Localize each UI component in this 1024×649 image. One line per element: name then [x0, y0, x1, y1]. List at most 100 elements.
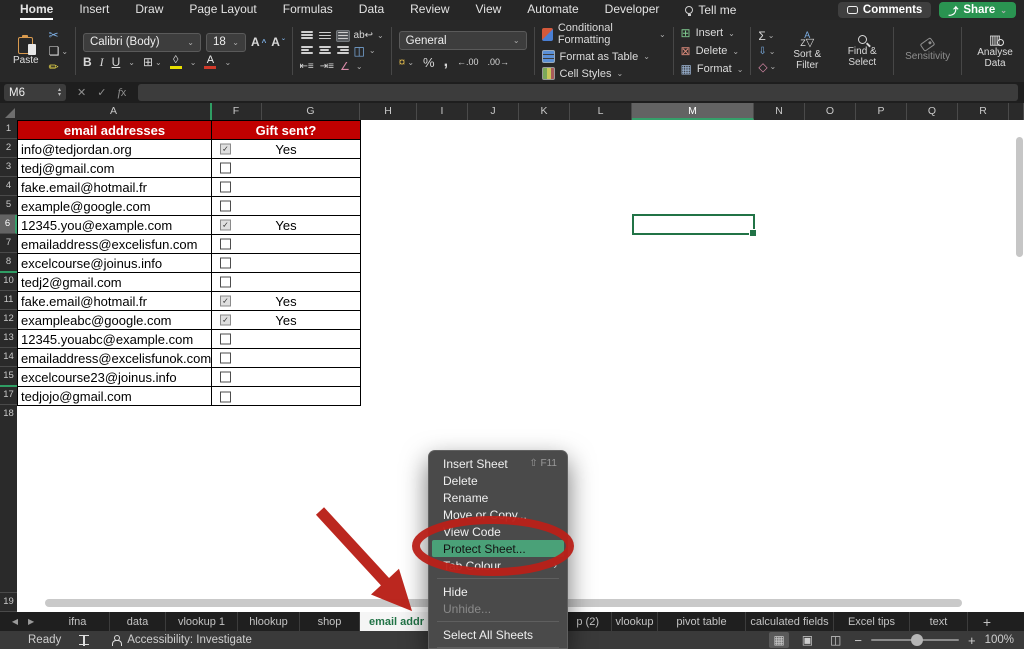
email-cell-A17[interactable]: tedjojo@gmail.com: [18, 387, 211, 406]
row-header-6[interactable]: 6: [0, 215, 17, 234]
page-layout-view-icon[interactable]: ▣: [798, 632, 817, 648]
menu-draw[interactable]: Draw: [135, 0, 163, 20]
column-header-H[interactable]: H: [360, 103, 417, 120]
menu-review[interactable]: Review: [410, 0, 449, 20]
formula-input[interactable]: [138, 84, 1018, 101]
email-cell-A3[interactable]: tedj@gmail.com: [18, 159, 211, 178]
tab-scroll-right-icon[interactable]: ▶: [28, 617, 34, 626]
gift-cell-row4[interactable]: [212, 178, 360, 197]
menu-formulas[interactable]: Formulas: [283, 0, 333, 20]
context-menu-view-code[interactable]: View Code: [429, 523, 567, 540]
sheet-tab-email-addr[interactable]: email addr: [360, 612, 434, 631]
email-cell-A12[interactable]: exampleabc@google.com: [18, 311, 211, 330]
context-menu-select-all-sheets[interactable]: Select All Sheets: [429, 626, 567, 643]
name-box-stepper[interactable]: ▴▾: [58, 88, 61, 97]
chevron-down-icon[interactable]: ⌄: [369, 46, 376, 55]
checkbox-row4[interactable]: [220, 182, 231, 193]
row-header-12[interactable]: 12: [0, 310, 17, 329]
select-all-corner[interactable]: [0, 103, 17, 120]
tell-me-button[interactable]: Tell me: [685, 3, 736, 17]
find-select-button[interactable]: Find & Select: [838, 35, 886, 68]
menu-view[interactable]: View: [476, 0, 502, 20]
row-header-14[interactable]: 14: [0, 348, 17, 367]
wrap-text-button[interactable]: ab↩: [354, 30, 374, 41]
row-header-2[interactable]: 2: [0, 139, 17, 158]
page-break-view-icon[interactable]: ◫: [826, 632, 845, 648]
comments-button[interactable]: Comments: [838, 2, 931, 18]
format-as-table-button[interactable]: Format as Table ⌄: [542, 50, 666, 63]
checkbox-row15[interactable]: [220, 372, 231, 383]
chevron-down-icon[interactable]: ⌄: [356, 62, 363, 71]
normal-view-icon[interactable]: ▦: [769, 632, 788, 648]
context-menu-delete[interactable]: Delete: [429, 472, 567, 489]
accessibility-icon[interactable]: [111, 635, 121, 646]
email-cell-A2[interactable]: info@tedjordan.org: [18, 140, 211, 159]
column-header-N[interactable]: N: [754, 103, 805, 120]
sheet-tab-text[interactable]: text: [910, 612, 968, 631]
checkbox-row11[interactable]: ✓: [220, 296, 231, 307]
orientation-button[interactable]: ∠: [340, 60, 350, 73]
chevron-down-icon[interactable]: ⌄: [128, 58, 135, 67]
email-cell-A13[interactable]: 12345.youabc@example.com: [18, 330, 211, 349]
copy-icon[interactable]: ❏⌄: [49, 44, 68, 58]
sheet-tab-data[interactable]: data: [110, 612, 166, 631]
autosum-button[interactable]: Σ⌄: [758, 29, 776, 43]
checkbox-row2[interactable]: ✓: [220, 144, 231, 155]
email-cell-A5[interactable]: example@google.com: [18, 197, 211, 216]
zoom-level[interactable]: 100%: [985, 634, 1014, 646]
row-header-18[interactable]: 18: [0, 405, 17, 593]
comma-button[interactable]: ,: [444, 53, 448, 71]
sheet-tab-vlookup[interactable]: vlookup: [612, 612, 658, 631]
email-cell-A15[interactable]: excelcourse23@joinus.info: [18, 368, 211, 387]
row-header-13[interactable]: 13: [0, 329, 17, 348]
gift-cell-row8[interactable]: [212, 254, 360, 273]
checkbox-row12[interactable]: ✓: [220, 315, 231, 326]
row-header-17[interactable]: 17: [0, 386, 17, 405]
macro-record-icon[interactable]: [79, 635, 89, 645]
increase-indent-button[interactable]: ⇥≡: [320, 61, 334, 72]
checkbox-row7[interactable]: [220, 239, 231, 250]
accept-icon[interactable]: ✓: [97, 86, 106, 99]
row-header-5[interactable]: 5: [0, 196, 17, 215]
gift-sent-header[interactable]: Gift sent?: [212, 121, 360, 140]
menu-home[interactable]: Home: [20, 0, 53, 20]
paste-button[interactable]: Paste: [9, 36, 43, 67]
menu-page-layout[interactable]: Page Layout: [189, 0, 256, 20]
decrease-font-size-button[interactable]: Aˇ: [271, 35, 284, 49]
cell-styles-button[interactable]: Cell Styles ⌄: [542, 67, 666, 80]
row-header-10[interactable]: 10: [0, 272, 17, 291]
chevron-down-icon[interactable]: ⌄: [224, 58, 231, 67]
row-header-15[interactable]: 15: [0, 367, 17, 386]
email-addresses-header[interactable]: email addresses: [18, 121, 211, 140]
email-cell-A14[interactable]: emailaddress@excelisfunok.com: [18, 349, 211, 368]
format-cells-button[interactable]: ▦ Format ⌄: [681, 62, 744, 76]
font-color-button[interactable]: A: [204, 55, 216, 69]
row-header-1[interactable]: 1: [0, 120, 17, 139]
vertical-scrollbar[interactable]: [1016, 137, 1023, 257]
sheet-tab-hlookup[interactable]: hlookup: [238, 612, 300, 631]
checkbox-row3[interactable]: [220, 163, 231, 174]
column-header-F[interactable]: F: [211, 103, 262, 120]
fill-button[interactable]: ⇩⌄: [758, 46, 776, 57]
column-header-L[interactable]: L: [570, 103, 632, 120]
row-header-11[interactable]: 11: [0, 291, 17, 310]
bold-button[interactable]: B: [83, 55, 92, 69]
gift-cell-row3[interactable]: [212, 159, 360, 178]
align-left-button[interactable]: [300, 45, 314, 57]
delete-cells-button[interactable]: ⊠ Delete ⌄: [681, 44, 744, 58]
zoom-in-icon[interactable]: +: [968, 633, 976, 648]
name-box[interactable]: M6 ▴▾: [4, 84, 66, 101]
gift-cell-row10[interactable]: [212, 273, 360, 292]
checkbox-row17[interactable]: [220, 391, 231, 402]
context-menu-tab-colour[interactable]: Tab Colour›: [429, 557, 567, 574]
format-painter-icon[interactable]: ✏: [49, 60, 68, 74]
percent-button[interactable]: %: [423, 55, 435, 70]
borders-button[interactable]: ⊞⌄: [143, 55, 162, 69]
selected-cell-M6[interactable]: [632, 214, 755, 235]
row-header-4[interactable]: 4: [0, 177, 17, 196]
context-menu-protect-sheet[interactable]: Protect Sheet...: [432, 540, 564, 557]
fill-color-button[interactable]: ◊: [170, 55, 182, 69]
row-header-19[interactable]: 19: [0, 593, 17, 612]
sheet-tab-excel-tips[interactable]: Excel tips: [834, 612, 910, 631]
font-name-select[interactable]: Calibri (Body)⌄: [83, 33, 201, 52]
